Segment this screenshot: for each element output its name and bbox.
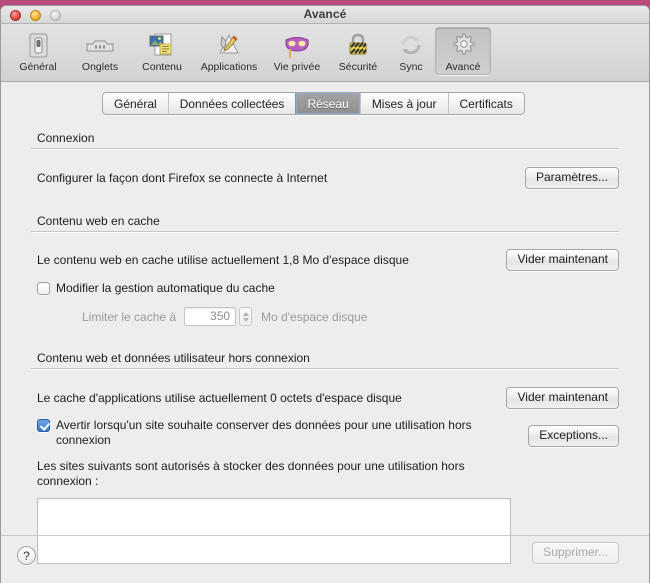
light-switch-icon	[7, 30, 69, 60]
tab-data-collection[interactable]: Données collectées	[167, 93, 296, 114]
toolbar-item-advanced[interactable]: Avancé	[435, 27, 491, 75]
cache-limit-stepper-arrows[interactable]	[239, 307, 253, 326]
mask-icon	[265, 30, 329, 60]
toolbar-item-label: Vie privée	[273, 61, 321, 73]
pane-footer: ?	[1, 535, 649, 583]
preferences-toolbar: Général Onglets Contenu Applications Vie…	[1, 24, 649, 82]
toolbar-item-label: Onglets	[81, 61, 119, 73]
tab-general[interactable]: Général	[103, 93, 168, 114]
offline-usage-row: Le cache d'applications utilise actuelle…	[31, 387, 619, 409]
toolbar-item-label: Sync	[399, 61, 423, 73]
window-titlebar: Avancé	[1, 6, 649, 24]
cache-limit-suffix: Mo d'espace disque	[261, 309, 368, 324]
connection-description: Configurer la façon dont Firefox se conn…	[37, 171, 328, 185]
preferences-body: Général Données collectées Réseau Mises …	[1, 82, 649, 583]
toolbar-item-label: Sécurité	[338, 61, 378, 73]
cache-limit-row: Limiter le cache à 350 Mo d'espace disqu…	[31, 307, 619, 326]
gear-icon	[436, 30, 490, 60]
cache-limit-stepper[interactable]: 350	[184, 307, 253, 326]
cache-section-heading: Contenu web en cache	[31, 211, 619, 232]
padlock-icon	[329, 30, 387, 60]
pane-tabstrip: Général Données collectées Réseau Mises …	[102, 92, 525, 115]
toolbar-item-general[interactable]: Général	[7, 27, 69, 75]
cache-override-row[interactable]: Modifier la gestion automatique du cache	[31, 281, 619, 296]
sync-arrows-icon	[387, 30, 435, 60]
toolbar-item-content[interactable]: Contenu	[131, 27, 193, 75]
window-title: Avancé	[303, 7, 347, 21]
tab-network[interactable]: Réseau	[295, 93, 360, 114]
offline-section-heading: Contenu web et données utilisateur hors …	[31, 348, 619, 369]
cache-limit-prefix: Limiter le cache à	[82, 309, 177, 324]
toolbar-item-privacy[interactable]: Vie privée	[265, 27, 329, 75]
cache-limit-input[interactable]: 350	[184, 307, 237, 326]
tab-updates[interactable]: Mises à jour	[359, 93, 448, 114]
offline-exceptions-button[interactable]: Exceptions...	[528, 425, 619, 447]
connection-settings-button[interactable]: Paramètres...	[524, 167, 619, 189]
offline-clear-button[interactable]: Vider maintenant	[506, 387, 619, 409]
toolbar-item-security[interactable]: Sécurité	[329, 27, 387, 75]
cache-clear-button[interactable]: Vider maintenant	[506, 249, 619, 271]
cache-override-checkbox[interactable]	[37, 282, 50, 295]
cache-usage-text: Le contenu web en cache utilise actuelle…	[37, 253, 409, 267]
offline-notify-checkbox[interactable]	[37, 419, 50, 432]
toolbar-item-tabs[interactable]: Onglets	[69, 27, 131, 75]
offline-notify-label: Avertir lorsqu'un site souhaite conserve…	[56, 418, 472, 447]
help-button[interactable]: ?	[17, 546, 36, 565]
offline-notify-checkbox-row[interactable]: Avertir lorsqu'un site souhaite conserve…	[31, 418, 497, 448]
connection-section-heading: Connexion	[31, 128, 619, 149]
stepper-down-icon[interactable]	[242, 317, 249, 322]
toolbar-item-label: Contenu	[142, 61, 182, 73]
content-page-icon	[131, 30, 193, 60]
cache-override-label: Modifier la gestion automatique du cache	[56, 281, 275, 295]
toolbar-item-label: Avancé	[445, 61, 481, 73]
toolbar-item-label: Général	[19, 61, 57, 73]
toolbar-item-label: Applications	[200, 61, 258, 73]
stepper-up-icon[interactable]	[242, 311, 249, 316]
offline-sites-label: Les sites suivants sont autorisés à stoc…	[37, 459, 465, 488]
applications-icon	[193, 30, 265, 60]
cache-usage-row: Le contenu web en cache utilise actuelle…	[31, 249, 619, 271]
network-pane-content: Connexion Configurer la façon dont Firef…	[1, 126, 649, 564]
toolbar-item-sync[interactable]: Sync	[387, 27, 435, 75]
offline-usage-text: Le cache d'applications utilise actuelle…	[37, 391, 402, 405]
tab-certificates[interactable]: Certificats	[447, 93, 524, 114]
toolbar-item-applications[interactable]: Applications	[193, 27, 265, 75]
preferences-window: Avancé Général Onglets Contenu Applicati…	[0, 5, 650, 583]
connection-row: Configurer la façon dont Firefox se conn…	[31, 167, 619, 189]
offline-notify-row: Avertir lorsqu'un site souhaite conserve…	[31, 418, 619, 448]
tabs-icon	[69, 30, 131, 60]
